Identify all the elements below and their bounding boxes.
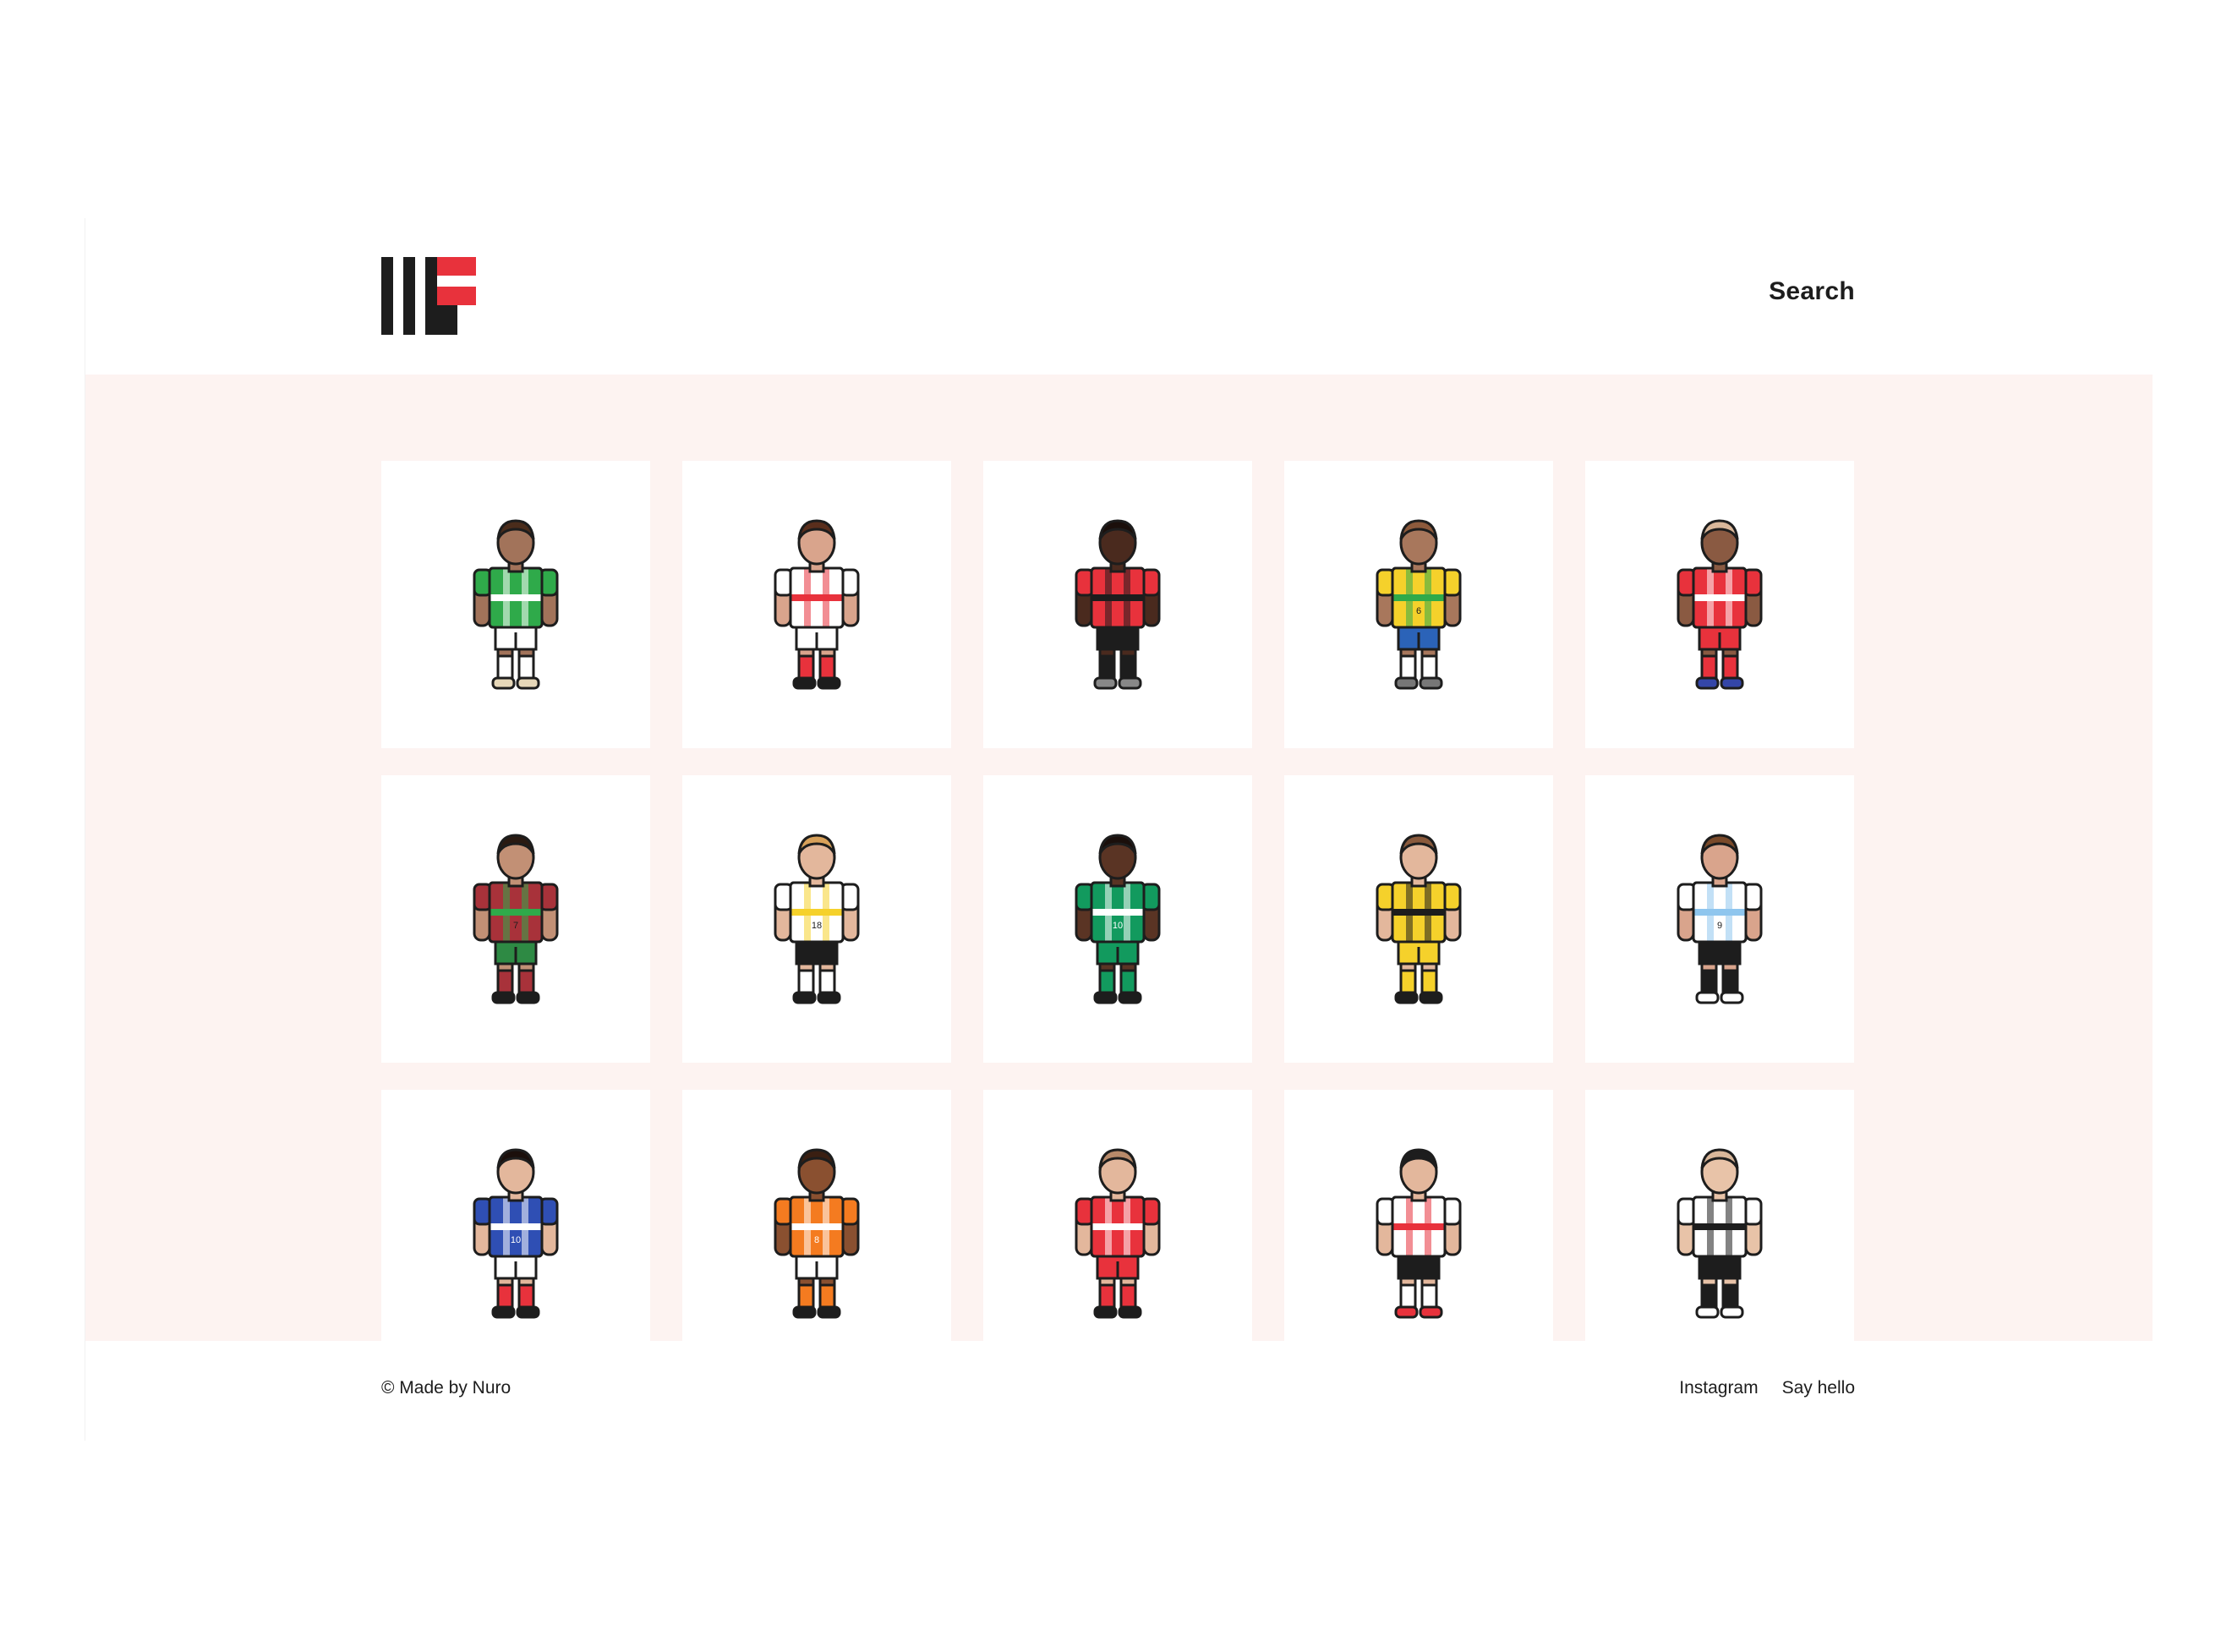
player-illustration: 8: [774, 1147, 860, 1318]
iff-logo[interactable]: [381, 257, 476, 335]
player-card[interactable]: 8: [682, 1090, 951, 1341]
player-card[interactable]: [1284, 775, 1553, 1063]
svg-text:6: 6: [1416, 606, 1421, 616]
player-illustration: 10: [1075, 833, 1161, 1004]
player-illustration: [774, 518, 860, 689]
player-illustration: [1075, 518, 1161, 689]
player-illustration: 9: [1677, 833, 1763, 1004]
instagram-link[interactable]: Instagram: [1679, 1378, 1758, 1398]
player-illustration: [1677, 518, 1763, 689]
player-illustration: [1677, 1147, 1763, 1318]
say-hello-link[interactable]: Say hello: [1782, 1378, 1855, 1398]
copyright-text: © Made by Nuro: [381, 1378, 512, 1398]
player-illustration: 18: [774, 833, 860, 1004]
player-card[interactable]: [1585, 1090, 1854, 1341]
svg-text:18: 18: [812, 921, 822, 931]
svg-text:10: 10: [1113, 921, 1123, 931]
player-card[interactable]: [983, 1090, 1252, 1341]
player-illustration: [1075, 1147, 1161, 1318]
player-card[interactable]: 10: [381, 1090, 650, 1341]
player-card[interactable]: [1284, 1090, 1553, 1341]
svg-text:10: 10: [511, 1235, 521, 1245]
player-card[interactable]: 18: [682, 775, 951, 1063]
player-illustration: 6: [1376, 518, 1462, 689]
player-card[interactable]: 9: [1585, 775, 1854, 1063]
player-illustration: [1376, 1147, 1462, 1318]
player-illustration: [1376, 833, 1462, 1004]
page-frame: Search 6 7 18 10 9 10 8 © Made by Nuro I…: [85, 218, 2153, 1441]
site-footer: © Made by Nuro Instagram Say hello: [85, 1341, 2153, 1441]
player-card[interactable]: 6: [1284, 461, 1553, 748]
player-card[interactable]: [983, 461, 1252, 748]
player-card[interactable]: [1585, 461, 1854, 748]
player-illustration: 7: [473, 833, 559, 1004]
svg-text:9: 9: [1717, 921, 1722, 931]
player-card[interactable]: [682, 461, 951, 748]
site-header: Search: [85, 218, 2153, 375]
player-card[interactable]: [381, 461, 650, 748]
player-illustration: [473, 518, 559, 689]
player-gallery: 6 7 18 10 9 10 8: [85, 375, 2153, 1341]
player-card[interactable]: 7: [381, 775, 650, 1063]
player-illustration: 10: [473, 1147, 559, 1318]
player-card[interactable]: 10: [983, 775, 1252, 1063]
footer-links: Instagram Say hello: [1679, 1378, 1855, 1398]
svg-text:7: 7: [513, 921, 518, 931]
svg-text:8: 8: [814, 1235, 819, 1245]
search-link[interactable]: Search: [1769, 277, 1855, 306]
